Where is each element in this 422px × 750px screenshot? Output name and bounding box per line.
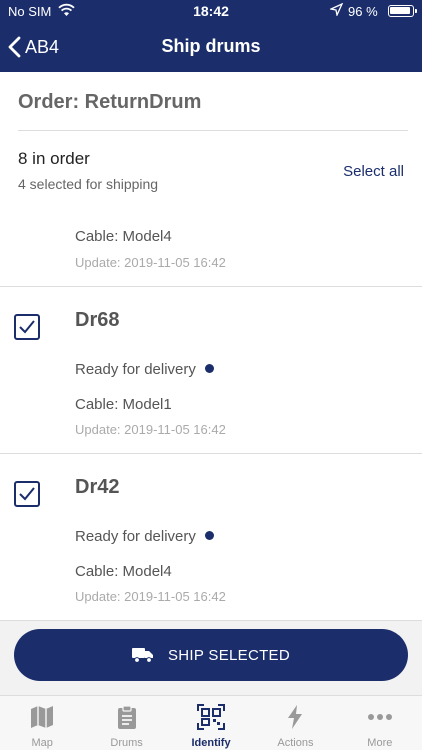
app-header: No SIM 18:42 96 % AB4 Ship drums — [0, 0, 422, 72]
tab-label: Identify — [191, 737, 231, 749]
checkbox[interactable] — [14, 481, 40, 507]
update-label: Update: 2019-11-05 16:42 — [75, 422, 226, 437]
select-all-button[interactable]: Select all — [343, 163, 404, 180]
divider — [18, 130, 408, 131]
update-label: Update: 2019-11-05 16:42 — [75, 589, 226, 604]
action-bar: SHIP SELECTED — [0, 620, 422, 695]
list-item[interactable]: Dr42 Ready for delivery Cable: Model4 Up… — [0, 454, 422, 620]
page-title: Ship drums — [161, 36, 261, 56]
order-count: 8 in order — [18, 149, 90, 168]
location-icon — [328, 2, 344, 19]
status-label: Ready for delivery — [75, 528, 214, 545]
map-icon — [0, 704, 84, 730]
checkmark-icon — [19, 487, 35, 501]
tab-map[interactable]: Map — [0, 696, 84, 750]
status-bar: No SIM 18:42 96 % — [0, 0, 422, 22]
ship-selected-button[interactable]: SHIP SELECTED — [14, 629, 408, 681]
ship-selected-label: SHIP SELECTED — [168, 646, 290, 664]
order-title: Order: ReturnDrum — [18, 91, 202, 113]
battery-icon — [388, 5, 417, 17]
checkbox[interactable] — [14, 314, 40, 340]
list-item[interactable]: Dr68 Ready for delivery Cable: Model1 Up… — [0, 287, 422, 454]
cable-label: Cable: Model4 — [75, 228, 172, 245]
tab-label: Actions — [277, 737, 314, 749]
status-text: Ready for delivery — [75, 528, 196, 545]
tab-label: Drums — [110, 737, 143, 749]
status-label: Ready for delivery — [75, 361, 214, 378]
checkmark-icon — [19, 320, 35, 334]
tab-identify[interactable]: Identify — [169, 696, 253, 750]
status-dot-icon — [204, 364, 214, 373]
update-label: Update: 2019-11-05 16:42 — [75, 255, 226, 270]
more-icon — [338, 704, 422, 730]
truck-icon — [132, 648, 153, 663]
list-item[interactable]: Cable: Model4 Update: 2019-11-05 16:42 — [0, 215, 422, 287]
tab-more[interactable]: More — [338, 696, 422, 750]
cable-label: Cable: Model1 — [75, 396, 172, 413]
lightning-icon — [253, 704, 337, 730]
battery-percent: 96 % — [348, 4, 378, 19]
selected-count: 4 selected for shipping — [18, 176, 159, 192]
tab-label: More — [367, 737, 393, 749]
status-dot-icon — [204, 531, 214, 540]
cable-label: Cable: Model4 — [75, 563, 172, 580]
tab-actions[interactable]: Actions — [253, 696, 337, 750]
tab-label: Map — [31, 737, 53, 749]
drum-list[interactable]: Cable: Model4 Update: 2019-11-05 16:42 D… — [0, 215, 422, 620]
qr-code-icon — [169, 704, 253, 730]
clipboard-icon — [84, 704, 168, 730]
drum-name: Dr42 — [75, 476, 120, 498]
tab-drums[interactable]: Drums — [84, 696, 168, 750]
drum-name: Dr68 — [75, 309, 120, 331]
tab-bar: Map Drums Identify Actions More — [0, 695, 422, 750]
status-text: Ready for delivery — [75, 361, 196, 378]
